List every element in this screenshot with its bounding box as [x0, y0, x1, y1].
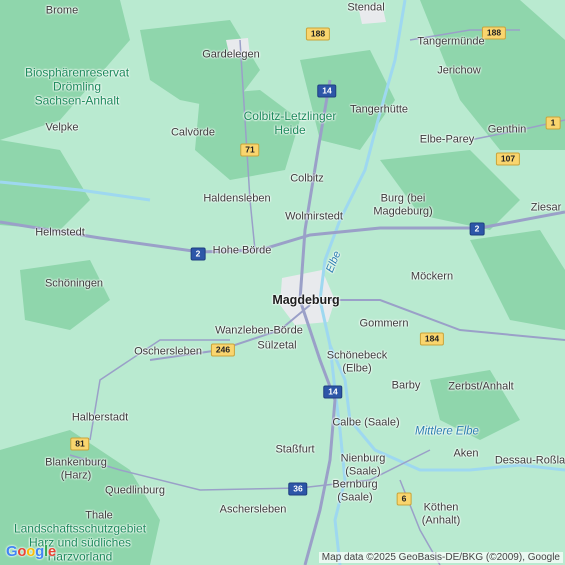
place-label[interactable]: Gardelegen [202, 49, 260, 62]
place-label[interactable]: Barby [392, 380, 421, 393]
autobahn-14-shield: 14 [317, 84, 337, 98]
place-label[interactable]: Aken [453, 448, 478, 461]
route-81-shield: 81 [70, 437, 90, 451]
place-label[interactable]: Jerichow [437, 65, 480, 78]
autobahn-2-shield: 2 [469, 222, 485, 236]
route-188-shield: 188 [481, 26, 507, 40]
place-label[interactable]: Schönebeck (Elbe) [327, 349, 388, 374]
place-label[interactable]: Calvörde [171, 127, 215, 140]
place-label[interactable]: Elbe-Parey [420, 134, 474, 147]
route-246-shield: 246 [210, 343, 236, 357]
map-attribution[interactable]: Map data ©2025 GeoBasis-DE/BKG (©2009), … [318, 552, 563, 563]
place-label[interactable]: Aschersleben [220, 504, 287, 517]
place-label[interactable]: Schöningen [45, 278, 103, 291]
place-label[interactable]: Helmstedt [35, 227, 85, 240]
place-label[interactable]: Tangermünde [417, 36, 484, 49]
autobahn-14-shield: 14 [323, 385, 343, 399]
place-label[interactable]: Burg (bei Magdeburg) [373, 192, 432, 217]
place-label[interactable]: Tangerhütte [350, 104, 408, 117]
place-label[interactable]: Velpke [45, 122, 78, 135]
place-label[interactable]: Haldensleben [203, 193, 270, 206]
place-label[interactable]: Dessau-Roßla [495, 455, 565, 468]
place-label[interactable]: Stendal [347, 2, 384, 15]
place-label[interactable]: Oschersleben [134, 346, 202, 359]
google-logo[interactable]: Google [6, 543, 56, 560]
route-188-shield: 188 [305, 27, 331, 41]
place-label[interactable]: Hohe Börde [213, 245, 272, 258]
place-label-magdeburg[interactable]: Magdeburg [272, 293, 339, 307]
place-label[interactable]: Nienburg (Saale) [341, 452, 386, 477]
place-label[interactable]: Calbe (Saale) [332, 417, 399, 430]
place-label[interactable]: Quedlinburg [105, 485, 165, 498]
route-184-shield: 184 [419, 332, 445, 346]
place-label[interactable]: Zerbst/Anhalt [448, 381, 513, 394]
place-label[interactable]: Brome [46, 5, 78, 18]
area-label-mittlere-elbe: Mittlere Elbe [415, 425, 479, 438]
place-label[interactable]: Wanzleben-Börde [215, 325, 303, 338]
route-1-shield: 1 [545, 116, 561, 130]
route-71-shield: 71 [240, 143, 260, 157]
place-label[interactable]: Möckern [411, 271, 453, 284]
place-label[interactable]: Blankenburg (Harz) [45, 456, 107, 481]
place-label[interactable]: Köthen (Anhalt) [422, 501, 461, 526]
place-label[interactable]: Thale [85, 510, 113, 523]
place-label[interactable]: Colbitz [290, 173, 324, 186]
autobahn-2-shield: 2 [190, 247, 206, 261]
place-label[interactable]: Gommern [360, 318, 409, 331]
area-label-droemling: Biosphärenreservat Drömling Sachsen-Anha… [24, 65, 130, 107]
place-label[interactable]: Bernburg (Saale) [332, 478, 377, 503]
autobahn-36-shield: 36 [288, 482, 308, 496]
route-6-shield: 6 [396, 492, 412, 506]
place-label[interactable]: Sülzetal [257, 340, 296, 353]
route-107-shield: 107 [495, 152, 521, 166]
place-label[interactable]: Halberstadt [72, 412, 128, 425]
place-label[interactable]: Genthin [488, 124, 527, 137]
area-label-colbitz-heide: Colbitz-Letzlinger Heide [243, 109, 337, 137]
place-label[interactable]: Ziesar [531, 202, 562, 215]
place-label[interactable]: Wolmirstedt [285, 211, 343, 224]
place-label[interactable]: Staßfurt [275, 444, 314, 457]
